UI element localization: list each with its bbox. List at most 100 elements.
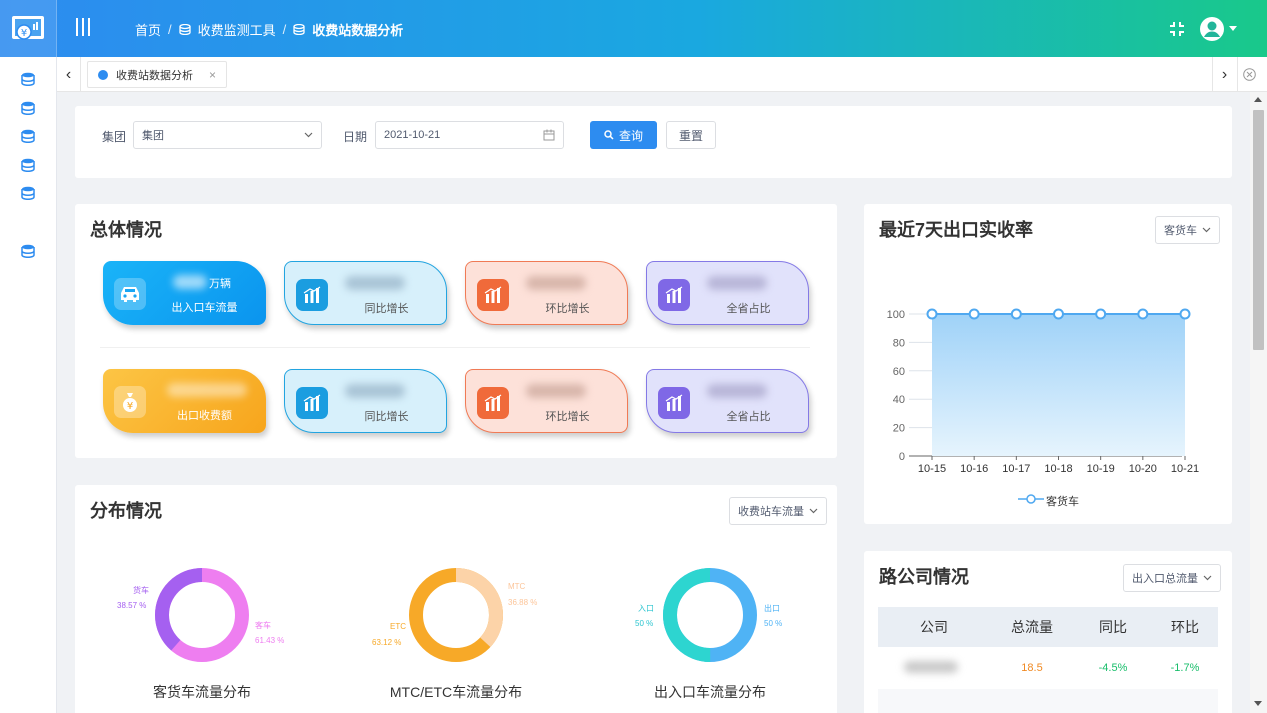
fullscreen-exit-icon[interactable] <box>1169 21 1185 37</box>
breadcrumb-tools[interactable]: 收费监测工具 <box>198 20 276 39</box>
bar-chart-icon <box>296 387 328 419</box>
scroll-down-icon[interactable] <box>1254 701 1262 707</box>
data-point <box>1010 308 1022 320</box>
reset-button-label: 重置 <box>678 128 703 143</box>
donut-title-mtc-etc: MTC/ETC车流量分布 <box>389 684 523 700</box>
database-icon <box>293 24 305 35</box>
revenue-mom-card: 环比增长 <box>465 369 628 433</box>
car-icon <box>114 278 146 310</box>
donut-title-entry-exit: 出入口车流量分布 <box>654 684 766 700</box>
sidebar <box>0 57 57 713</box>
chevron-down-icon <box>809 508 818 514</box>
data-point <box>968 308 980 320</box>
share-caption: 全省占比 <box>726 303 771 315</box>
y-tick-label: 80 <box>893 337 905 349</box>
chevron-down-icon <box>1203 575 1212 581</box>
label-cargo-pct: 38.57 % <box>117 601 147 610</box>
data-point <box>1137 308 1149 320</box>
sidebar-database-icon[interactable] <box>20 72 36 86</box>
yoy-value-redacted <box>345 384 405 398</box>
header-mom[interactable]: 环比 <box>1152 607 1218 647</box>
page-scrollbar[interactable] <box>1250 92 1267 713</box>
x-tick-label: 10-20 <box>1129 463 1157 475</box>
user-menu[interactable] <box>1199 16 1237 42</box>
sidebar-database-icon[interactable] <box>20 244 36 258</box>
scroll-up-icon[interactable] <box>1254 97 1262 103</box>
date-picker[interactable]: 2021-10-21 <box>375 121 564 149</box>
tabs-scroll-right-icon[interactable]: › <box>1212 57 1236 92</box>
mom-value-redacted <box>526 276 586 290</box>
road-title: 路公司情况 <box>879 567 969 587</box>
header-total[interactable]: 总流量 <box>990 607 1074 647</box>
share-caption: 全省占比 <box>726 411 771 423</box>
traffic-volume-card: 万辆 出入口车流量 <box>103 261 266 325</box>
traffic-share-card: 全省占比 <box>646 261 809 325</box>
mom-caption: 环比增长 <box>545 303 590 315</box>
revenue-share-card: 全省占比 <box>646 369 809 433</box>
reset-button[interactable]: 重置 <box>666 121 716 149</box>
app-logo[interactable]: ¥ <box>0 0 57 57</box>
chevron-down-icon <box>304 132 313 138</box>
yoy-caption: 同比增长 <box>364 411 409 423</box>
chevron-down-icon <box>1202 227 1211 233</box>
data-point <box>1179 308 1191 320</box>
database-icon <box>178 24 191 35</box>
traffic-unit: 万辆 <box>209 278 231 290</box>
road-metric-select[interactable]: 出入口总流量 <box>1123 564 1221 592</box>
entry-exit-donut <box>663 568 757 662</box>
traffic-mom-card: 环比增长 <box>465 261 628 325</box>
table-row[interactable]: 18.5 -4.5% -1.7% <box>878 647 1218 689</box>
menu-toggle-icon[interactable] <box>76 18 92 36</box>
cell-mom: -1.7% <box>1170 662 1200 674</box>
distribution-metric-select[interactable]: 收费站车流量 <box>729 497 827 525</box>
header-company[interactable]: 公司 <box>878 607 990 647</box>
x-tick-label: 10-19 <box>1087 463 1115 475</box>
x-tick-label: 10-17 <box>1002 463 1030 475</box>
label-exit: 出口 <box>764 604 780 613</box>
label-etc-pct: 63.12 % <box>372 638 402 647</box>
bar-chart-icon <box>658 279 690 311</box>
tab-label: 收费站数据分析 <box>116 69 193 82</box>
label-mtc: MTC <box>508 582 526 591</box>
label-entry-pct: 50 % <box>635 619 654 628</box>
mtc-etc-donut <box>409 568 503 662</box>
avatar-icon <box>1200 17 1224 41</box>
breadcrumb: 首页 / 收费监测工具 / 收费站数据分析 <box>135 20 403 39</box>
sidebar-database-icon[interactable] <box>20 101 36 115</box>
x-tick-label: 10-15 <box>918 463 946 475</box>
close-all-tabs-icon[interactable] <box>1237 57 1261 92</box>
sidebar-database-icon[interactable] <box>20 186 36 200</box>
table-row[interactable] <box>878 689 1218 713</box>
group-select[interactable]: 集团 <box>133 121 322 149</box>
scrollbar-thumb[interactable] <box>1253 110 1264 350</box>
header-yoy[interactable]: 同比 <box>1074 607 1152 647</box>
query-button[interactable]: 查询 <box>590 121 657 149</box>
passenger-cargo-donut <box>155 568 249 662</box>
svg-text:¥: ¥ <box>127 401 133 412</box>
label-entry: 入口 <box>638 604 654 613</box>
x-tick-label: 10-21 <box>1171 463 1199 475</box>
road-select-value: 出入口总流量 <box>1132 573 1198 585</box>
tab-station-analysis[interactable]: 收费站数据分析 × <box>87 61 228 88</box>
main-content: 集团 集团 日期 2021-10-21 查询 重置 总体情况 万辆 出入口车流量 <box>57 92 1250 713</box>
group-label: 集团 <box>102 130 127 144</box>
breadcrumb-home[interactable]: 首页 <box>135 20 161 39</box>
tabs-bar: ‹ 收费站数据分析 × › <box>57 57 1267 92</box>
y-tick-label: 60 <box>893 366 905 378</box>
rate-title: 最近7天出口实收率 <box>879 220 1034 240</box>
tab-close-icon[interactable]: × <box>209 68 216 82</box>
caret-down-icon <box>1229 26 1237 31</box>
sidebar-database-icon[interactable] <box>20 158 36 172</box>
header-actions <box>1169 16 1237 42</box>
overview-card: 总体情况 万辆 出入口车流量 同比增长 环比增长 全省占比 ¥ 出口收费额 同比… <box>75 204 837 458</box>
overview-title: 总体情况 <box>90 220 162 240</box>
distribution-select-value: 收费站车流量 <box>738 506 804 518</box>
vehicle-type-select[interactable]: 客货车 <box>1155 216 1220 244</box>
label-cargo: 货车 <box>133 586 149 595</box>
query-button-label: 查询 <box>618 128 643 143</box>
sidebar-database-icon[interactable] <box>20 129 36 143</box>
legend-label: 客货车 <box>1046 496 1079 508</box>
breadcrumb-separator: / <box>282 22 287 37</box>
y-tick-label: 0 <box>899 451 905 463</box>
tabs-scroll-left-icon[interactable]: ‹ <box>57 57 81 92</box>
